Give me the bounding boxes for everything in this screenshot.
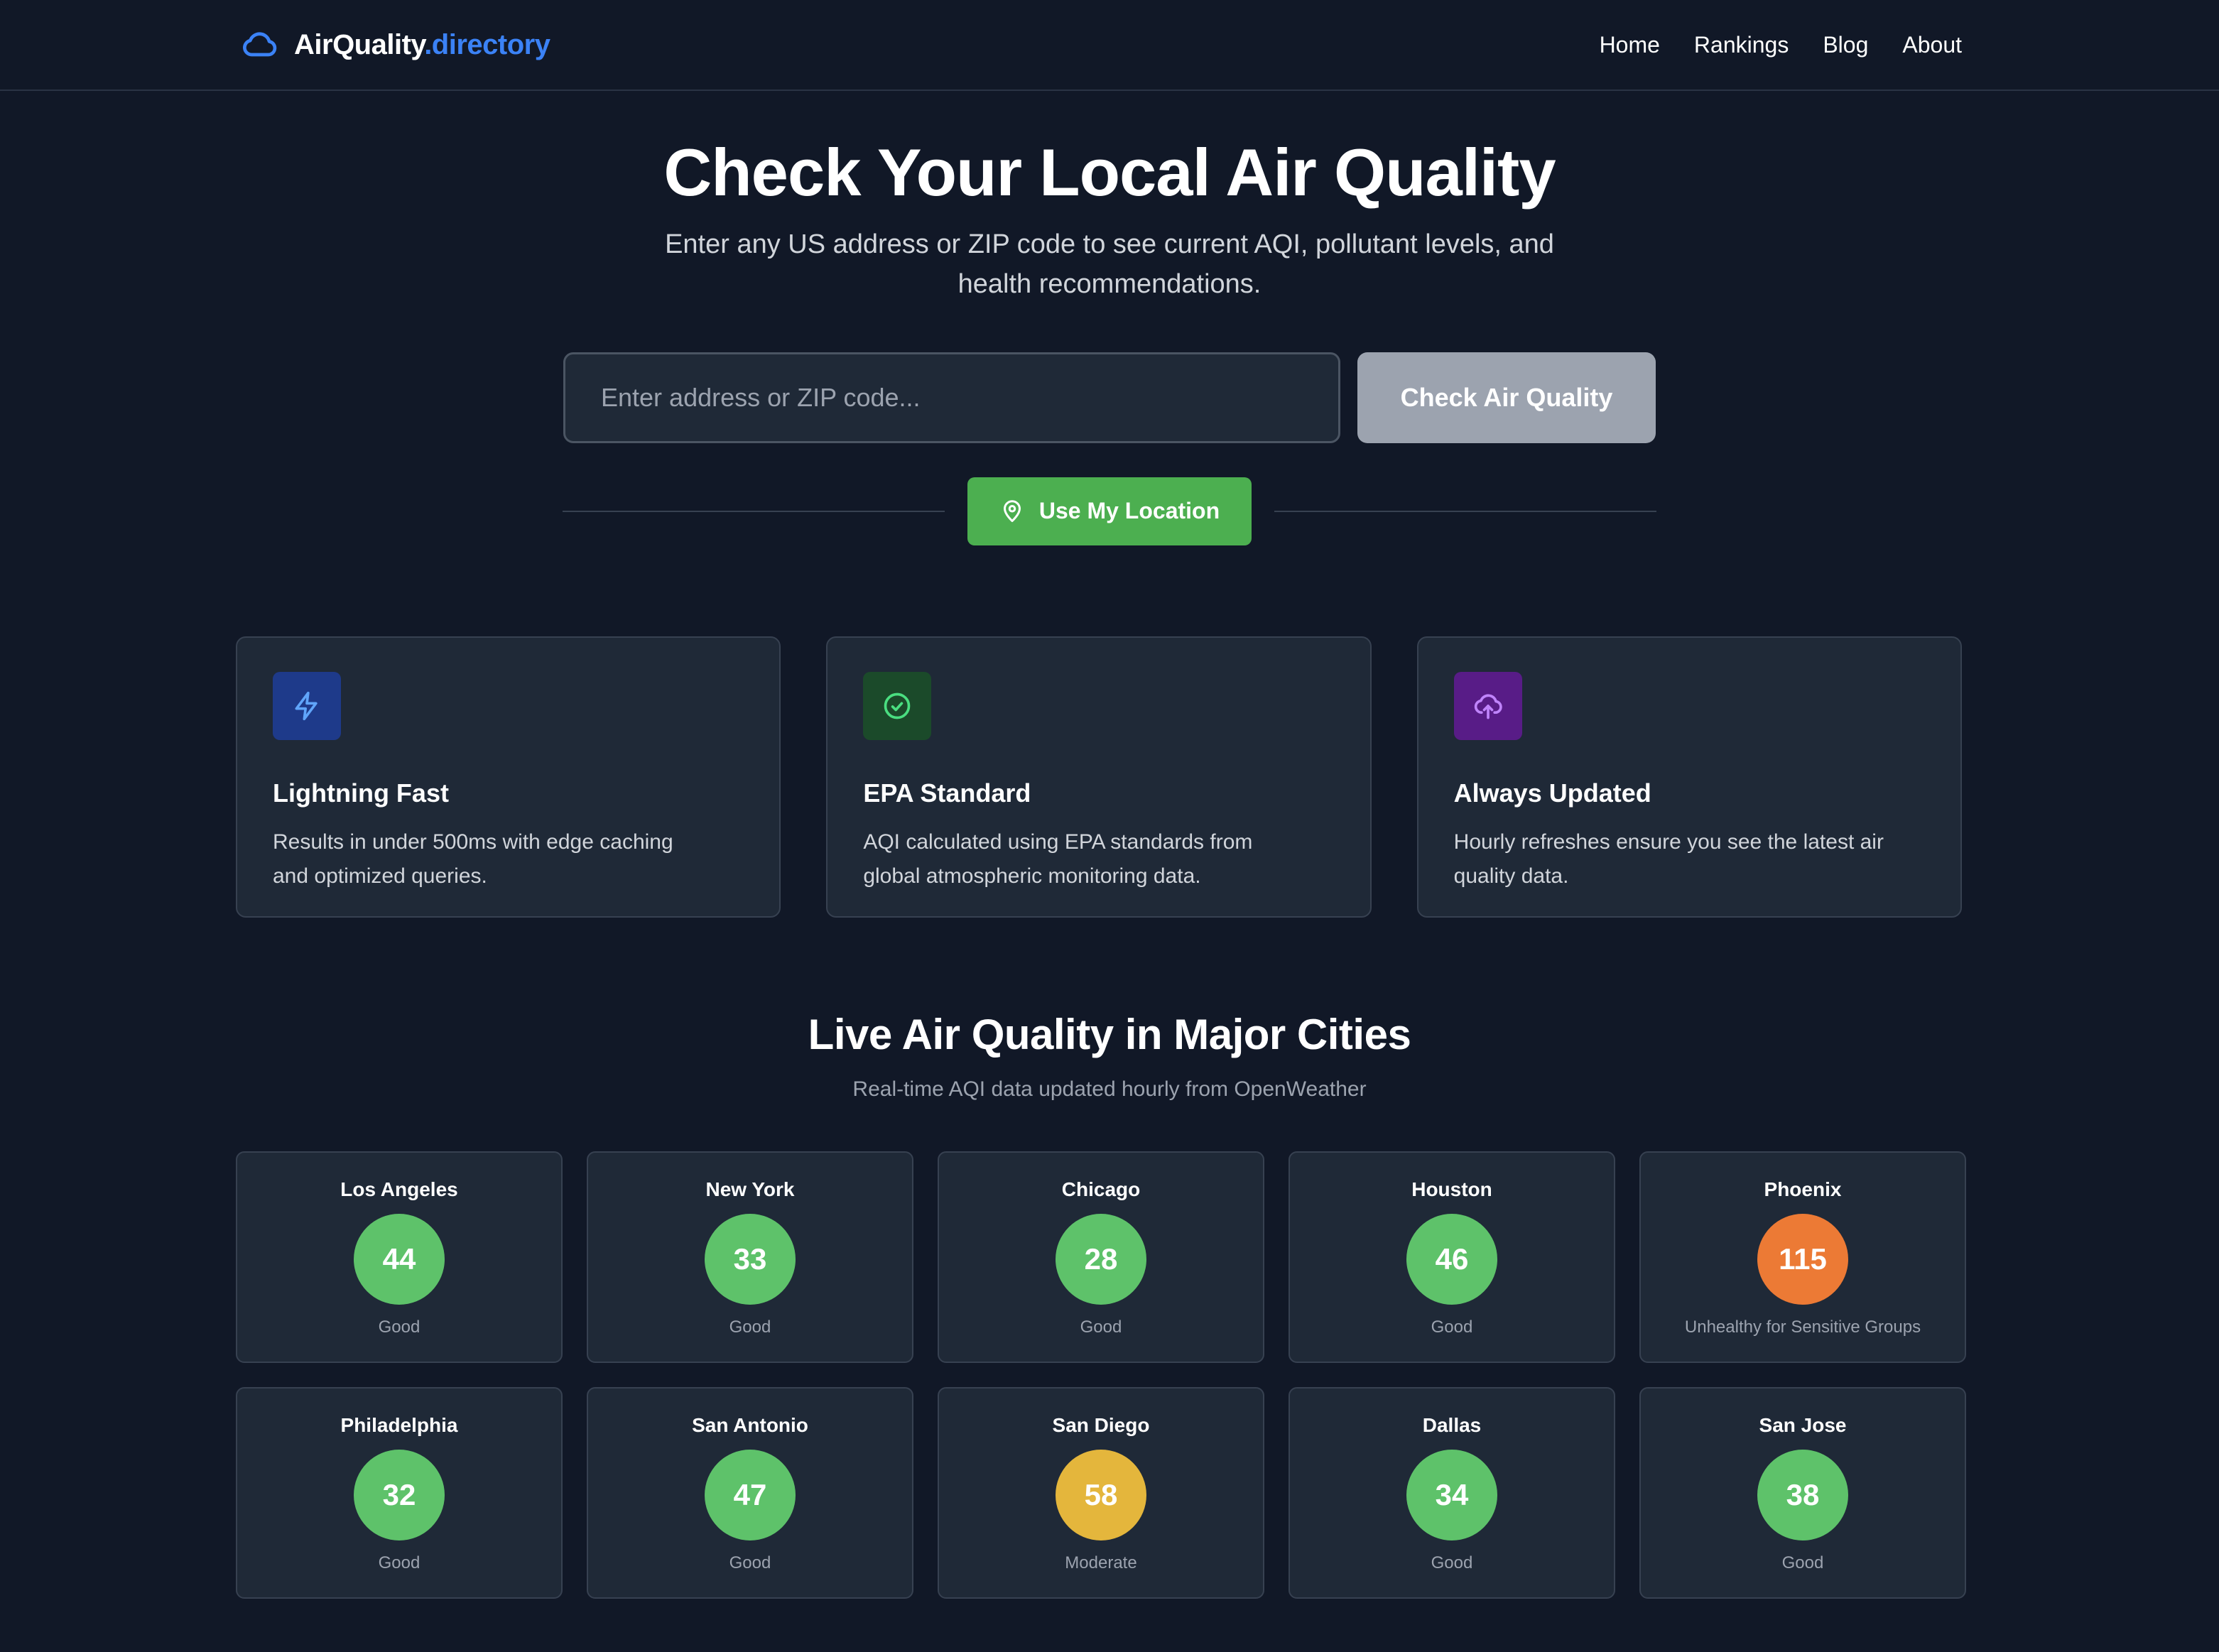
aqi-badge: 33 xyxy=(705,1213,796,1305)
address-search-input[interactable] xyxy=(563,352,1340,443)
city-card[interactable]: Los Angeles 44 Good xyxy=(236,1151,563,1363)
city-name: San Diego xyxy=(1052,1413,1150,1436)
search-row: Check Air Quality xyxy=(0,352,2219,443)
aqi-badge: 38 xyxy=(1757,1449,1848,1540)
feature-icon-box xyxy=(863,671,932,740)
cloud-upload-icon xyxy=(1474,693,1502,719)
lightning-icon xyxy=(295,691,318,720)
header: AirQuality.directory Home Rankings Blog … xyxy=(0,0,2219,91)
aqi-badge: 34 xyxy=(1406,1449,1497,1540)
feature-title: Always Updated xyxy=(1453,778,1651,808)
city-card[interactable]: Philadelphia 32 Good xyxy=(236,1386,563,1599)
city-card[interactable]: San Jose 38 Good xyxy=(1639,1386,1966,1599)
feature-desc-line1: AQI calculated using EPA standards from xyxy=(863,830,1253,854)
feature-desc: AQI calculated using EPA standards from g… xyxy=(863,825,1334,893)
aqi-badge: 58 xyxy=(1056,1449,1146,1540)
feature-desc-line2: quality data. xyxy=(1453,864,1569,888)
city-name: Houston xyxy=(1411,1178,1492,1200)
hero: Check Your Local Air Quality Enter any U… xyxy=(0,91,2219,304)
feature-card-epa-standard: EPA Standard AQI calculated using EPA st… xyxy=(826,636,1372,918)
feature-title: EPA Standard xyxy=(863,778,1031,808)
hero-subtitle: Enter any US address or ZIP code to see … xyxy=(0,224,2219,304)
aqi-status: Moderate xyxy=(1065,1553,1137,1572)
feature-icon-box xyxy=(273,671,341,740)
aqi-status: Good xyxy=(729,1317,771,1337)
hero-subtitle-line1: Enter any US address or ZIP code to see … xyxy=(665,229,1554,259)
city-card[interactable]: Chicago 28 Good xyxy=(938,1151,1264,1363)
nav-about[interactable]: About xyxy=(1902,32,1962,58)
cloud-icon xyxy=(243,32,277,57)
nav-home[interactable]: Home xyxy=(1600,32,1660,58)
divider-left xyxy=(563,510,945,512)
city-name: Los Angeles xyxy=(340,1178,458,1200)
nav-blog[interactable]: Blog xyxy=(1823,32,1868,58)
map-pin-icon xyxy=(1003,499,1021,522)
hero-subtitle-line2: health recommendations. xyxy=(957,268,1262,299)
city-name: Dallas xyxy=(1422,1413,1482,1436)
city-card[interactable]: Dallas 34 Good xyxy=(1288,1386,1615,1599)
aqi-badge: 32 xyxy=(354,1449,445,1540)
check-air-quality-button[interactable]: Check Air Quality xyxy=(1357,352,1656,443)
city-name: New York xyxy=(705,1178,795,1200)
feature-desc: Results in under 500ms with edge caching… xyxy=(273,825,744,893)
city-card[interactable]: Phoenix 115 Unhealthy for Sensitive Groups xyxy=(1639,1151,1966,1363)
page-title: Check Your Local Air Quality xyxy=(663,135,1556,210)
aqi-status: Good xyxy=(1431,1553,1473,1572)
feature-desc: Hourly refreshes ensure you see the late… xyxy=(1454,825,1925,893)
brand-name-primary: AirQuality xyxy=(294,28,425,60)
aqi-status: Good xyxy=(729,1553,771,1572)
aqi-status: Unhealthy for Sensitive Groups xyxy=(1684,1317,1921,1337)
aqi-badge: 46 xyxy=(1406,1213,1497,1305)
use-my-location-button[interactable]: Use My Location xyxy=(967,477,1252,545)
cities-section-title: Live Air Quality in Major Cities xyxy=(808,1010,1411,1058)
brand-name-secondary: .directory xyxy=(424,28,550,60)
cities-section-subtitle: Real-time AQI data updated hourly from O… xyxy=(852,1077,1367,1101)
city-name: San Antonio xyxy=(692,1413,808,1436)
feature-desc-line1: Hourly refreshes ensure you see the late… xyxy=(1453,830,1884,854)
nav-rankings[interactable]: Rankings xyxy=(1694,32,1789,58)
main-nav: Home Rankings Blog About xyxy=(1600,32,1962,58)
feature-card-lightning-fast: Lightning Fast Results in under 500ms wi… xyxy=(236,636,781,918)
brand-logo[interactable]: AirQuality.directory xyxy=(240,25,550,65)
brand-name: AirQuality.directory xyxy=(294,29,550,61)
feature-icon-box xyxy=(1453,671,1522,740)
location-row: Use My Location xyxy=(0,477,2219,545)
aqi-status: Good xyxy=(1431,1317,1473,1337)
feature-title: Lightning Fast xyxy=(273,778,449,808)
aqi-status: Good xyxy=(378,1317,421,1337)
aqi-badge: 47 xyxy=(705,1449,796,1540)
city-card[interactable]: San Antonio 47 Good xyxy=(587,1386,913,1599)
aqi-badge: 44 xyxy=(354,1213,445,1305)
city-name: San Jose xyxy=(1759,1413,1847,1436)
aqi-status: Good xyxy=(1080,1317,1122,1337)
aqi-badge: 115 xyxy=(1757,1213,1848,1305)
feature-desc-line1: Results in under 500ms with edge caching xyxy=(273,830,673,854)
features: Lightning Fast Results in under 500ms wi… xyxy=(0,636,2219,918)
use-my-location-label: Use My Location xyxy=(1038,498,1220,523)
city-card[interactable]: New York 33 Good xyxy=(587,1151,913,1363)
feature-desc-line2: and optimized queries. xyxy=(273,864,487,888)
city-name: Chicago xyxy=(1061,1178,1141,1200)
divider-right xyxy=(1274,510,1656,512)
feature-card-always-updated: Always Updated Hourly refreshes ensure y… xyxy=(1416,636,1962,918)
feature-desc-line2: global atmospheric monitoring data. xyxy=(863,864,1201,888)
check-circle-icon xyxy=(884,692,911,719)
city-card[interactable]: San Diego 58 Moderate xyxy=(938,1386,1264,1599)
aqi-status: Good xyxy=(378,1553,421,1572)
aqi-status: Good xyxy=(1781,1553,1824,1572)
cities-section-header: Live Air Quality in Major Cities Real-ti… xyxy=(0,1010,2219,1102)
city-grid: Los Angeles 44 Good New York 33 Good Chicago… xyxy=(0,1151,2219,1599)
city-card[interactable]: Houston 46 Good xyxy=(1288,1151,1615,1363)
city-name: Phoenix xyxy=(1764,1178,1842,1200)
aqi-badge: 28 xyxy=(1056,1213,1146,1305)
city-name: Philadelphia xyxy=(340,1413,458,1436)
